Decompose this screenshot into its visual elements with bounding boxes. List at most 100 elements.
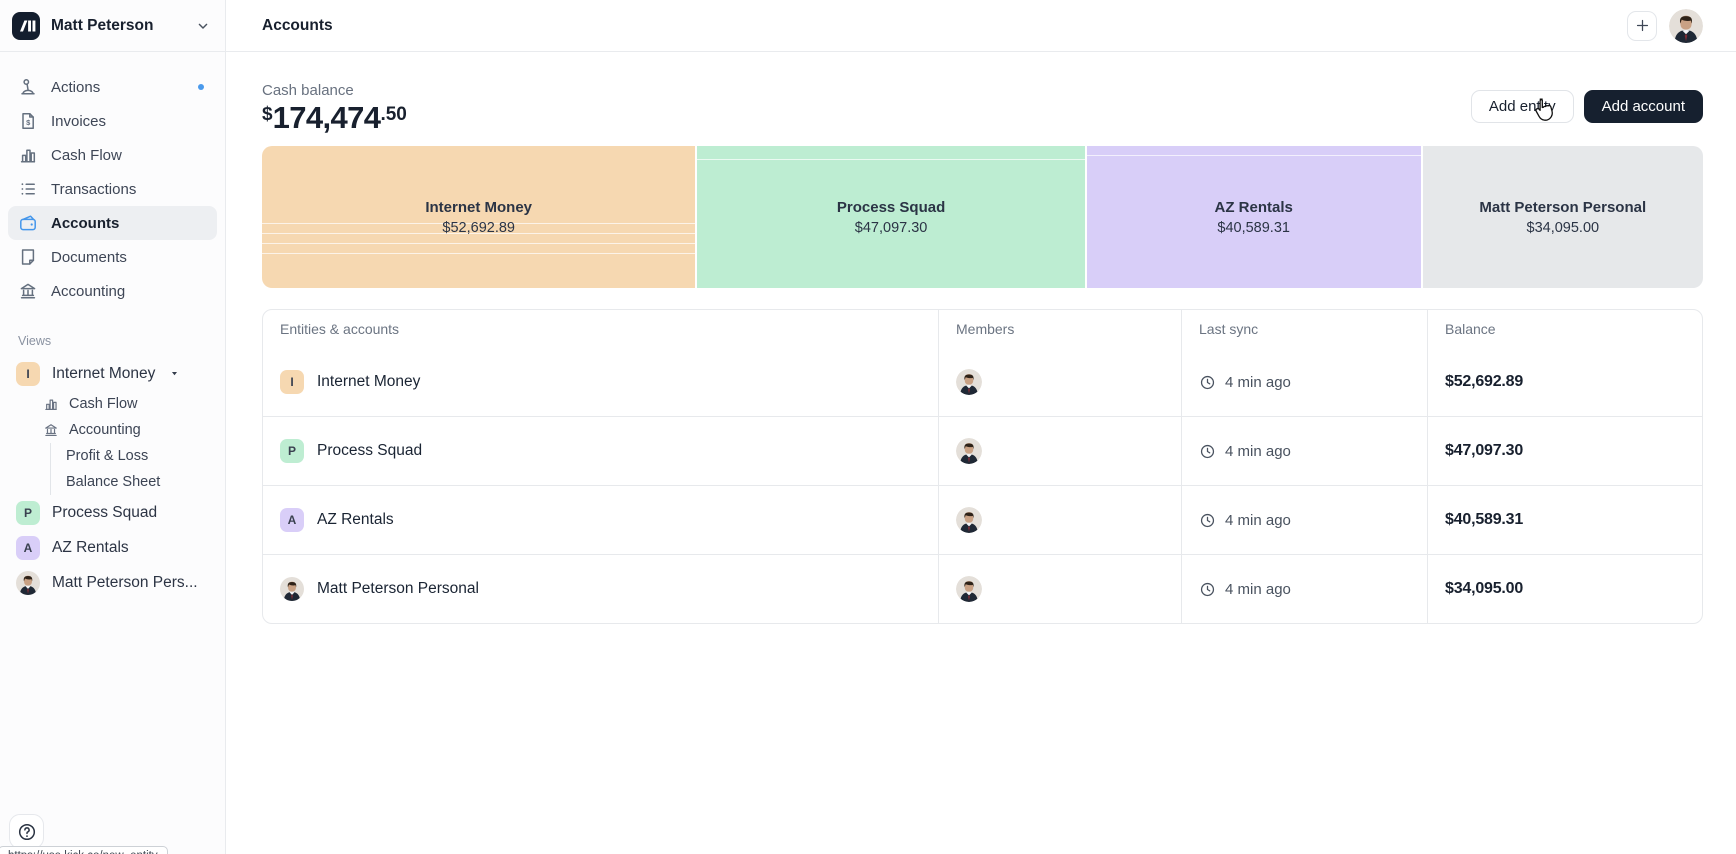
- chevron-down-icon: [195, 18, 211, 34]
- entity-badge: A: [16, 536, 40, 560]
- treemap-segment[interactable]: AZ Rentals $40,589.31: [1087, 146, 1421, 288]
- view-item-process-squad[interactable]: P Process Squad: [16, 495, 217, 530]
- segment-divider: [697, 159, 1084, 160]
- segment-value: $40,589.31: [1217, 220, 1290, 236]
- sidebar-item-label: Actions: [51, 79, 100, 96]
- view-item-label: Process Squad: [52, 504, 157, 522]
- clock-icon: [1199, 581, 1216, 598]
- cash-balance-value: $ 174,474 .50: [262, 102, 407, 133]
- sidebar-item-accounting[interactable]: Accounting: [8, 274, 217, 308]
- entity-cell: Matt Peterson Personal: [263, 555, 939, 623]
- members-cell: [939, 417, 1182, 485]
- sidebar-item-actions[interactable]: Actions: [8, 70, 217, 104]
- last-sync-label: 4 min ago: [1225, 443, 1291, 460]
- sidebar-item-label: Transactions: [51, 181, 136, 198]
- table-row[interactable]: P Process Squad 4 min ago $47,097.30: [263, 416, 1702, 485]
- sidebar-item-label: Invoices: [51, 113, 106, 130]
- last-sync-cell: 4 min ago: [1182, 555, 1428, 623]
- segment-value: $52,692.89: [442, 220, 515, 236]
- entity-avatar: [280, 577, 304, 601]
- view-item-internet-money[interactable]: I Internet Money: [16, 356, 217, 391]
- currency-symbol: $: [262, 104, 273, 126]
- clock-icon: [1199, 374, 1216, 391]
- view-subitem[interactable]: Cash Flow: [43, 391, 217, 417]
- entity-cell: P Process Squad: [263, 417, 939, 485]
- treemap-segment[interactable]: Matt Peterson Personal $34,095.00: [1423, 146, 1703, 288]
- app-window: Matt Peterson Actions $ Invoices Cash Flow T…: [0, 0, 1736, 854]
- invoice-icon: $: [18, 111, 38, 131]
- segment-divider: [1087, 155, 1421, 156]
- sidebar-item-cash-flow[interactable]: Cash Flow: [8, 138, 217, 172]
- user-avatar[interactable]: [1669, 9, 1703, 43]
- segment-value: $34,095.00: [1527, 220, 1600, 236]
- bank-icon: [43, 422, 59, 438]
- members-cell: [939, 486, 1182, 554]
- last-sync: 4 min ago: [1199, 581, 1291, 598]
- balance-cell: $34,095.00: [1428, 555, 1702, 623]
- balance-treemap: Internet Money $52,692.89 Process Squad$47…: [262, 146, 1703, 288]
- segment-label: Matt Peterson Personal: [1479, 199, 1646, 216]
- entity-cell: AAZ Rentals: [263, 486, 939, 554]
- last-sync: 4 min ago: [1199, 374, 1291, 391]
- segment-label: Process Squad: [837, 199, 945, 216]
- view-item-az-rentals[interactable]: A AZ Rentals: [16, 530, 217, 565]
- table-row[interactable]: Matt Peterson Personal 4 min ago $34,095.0…: [263, 554, 1702, 623]
- column-header: Balance: [1428, 310, 1702, 348]
- last-sync: 4 min ago: [1199, 512, 1291, 529]
- last-sync-cell: 4 min ago: [1182, 348, 1428, 416]
- view-subpage[interactable]: Profit & Loss: [66, 443, 217, 469]
- balance-cell: $52,692.89: [1428, 348, 1702, 416]
- list-icon: [18, 179, 38, 199]
- treemap-segment[interactable]: Process Squad$47,097.30: [697, 146, 1084, 288]
- entity-name: Process Squad: [317, 442, 422, 460]
- views-label: Views: [18, 334, 217, 348]
- table-row[interactable]: IInternet Money 4 min ago $52,692.89: [263, 348, 1702, 416]
- add-account-button[interactable]: Add account: [1584, 90, 1703, 123]
- sidebar-item-accounts[interactable]: Accounts: [8, 206, 217, 240]
- views-section: Views I Internet Money Cash Flow Accounting…: [0, 308, 225, 600]
- sidebar-item-invoices[interactable]: $ Invoices: [8, 104, 217, 138]
- add-entity-button[interactable]: Add entity: [1471, 90, 1574, 123]
- column-header-label: Last sync: [1199, 321, 1258, 337]
- entity-badge: I: [16, 362, 40, 386]
- table-row[interactable]: AAZ Rentals4 min ago$40,589.31: [263, 485, 1702, 554]
- view-item-matt-peterson-pers[interactable]: Matt Peterson Pers...: [16, 565, 217, 600]
- last-sync-label: 4 min ago: [1225, 512, 1291, 529]
- entity-badge: I: [280, 370, 304, 394]
- segment-label: AZ Rentals: [1214, 199, 1292, 216]
- clock-icon: [1199, 512, 1216, 529]
- view-item-label: Matt Peterson Pers...: [52, 574, 198, 592]
- treemap-segment[interactable]: Internet Money $52,692.89: [262, 146, 695, 288]
- view-item-label: AZ Rentals: [52, 539, 129, 557]
- entity-badge: P: [280, 439, 304, 463]
- joystick-icon: [18, 77, 38, 97]
- entity-name: AZ Rentals: [317, 511, 394, 529]
- balance-value: $47,097.30: [1445, 442, 1523, 460]
- member-avatar: [956, 507, 982, 533]
- workspace-switcher[interactable]: Matt Peterson: [0, 0, 225, 52]
- view-subpages: Profit & Loss Balance Sheet: [50, 443, 217, 495]
- sidebar-item-documents[interactable]: Documents: [8, 240, 217, 274]
- column-header-label: Balance: [1445, 321, 1496, 337]
- sidebar-item-label: Cash Flow: [51, 147, 122, 164]
- clock-icon: [1199, 443, 1216, 460]
- entity-badge: P: [16, 501, 40, 525]
- entity-cell: IInternet Money: [263, 348, 939, 416]
- kick-logo: [12, 12, 40, 40]
- column-header: Members: [939, 310, 1182, 348]
- view-subitem[interactable]: Accounting: [43, 417, 217, 443]
- add-button[interactable]: [1627, 11, 1657, 41]
- sidebar-item-label: Accounting: [51, 283, 125, 300]
- sidebar-item-transactions[interactable]: Transactions: [8, 172, 217, 206]
- topbar: Accounts: [226, 0, 1736, 52]
- members-cell: [939, 348, 1182, 416]
- sidebar-nav: Actions $ Invoices Cash Flow Transactions Acc…: [0, 52, 225, 308]
- view-subitem-label: Accounting: [69, 422, 141, 438]
- cash-balance-label: Cash balance: [262, 82, 407, 99]
- segment-label: Internet Money: [425, 199, 532, 216]
- view-subpage[interactable]: Balance Sheet: [66, 469, 217, 495]
- view-item-label: Internet Money: [52, 365, 155, 383]
- help-button[interactable]: [9, 814, 44, 849]
- last-sync-cell: 4 min ago: [1182, 486, 1428, 554]
- view-subpage-label: Balance Sheet: [66, 474, 160, 490]
